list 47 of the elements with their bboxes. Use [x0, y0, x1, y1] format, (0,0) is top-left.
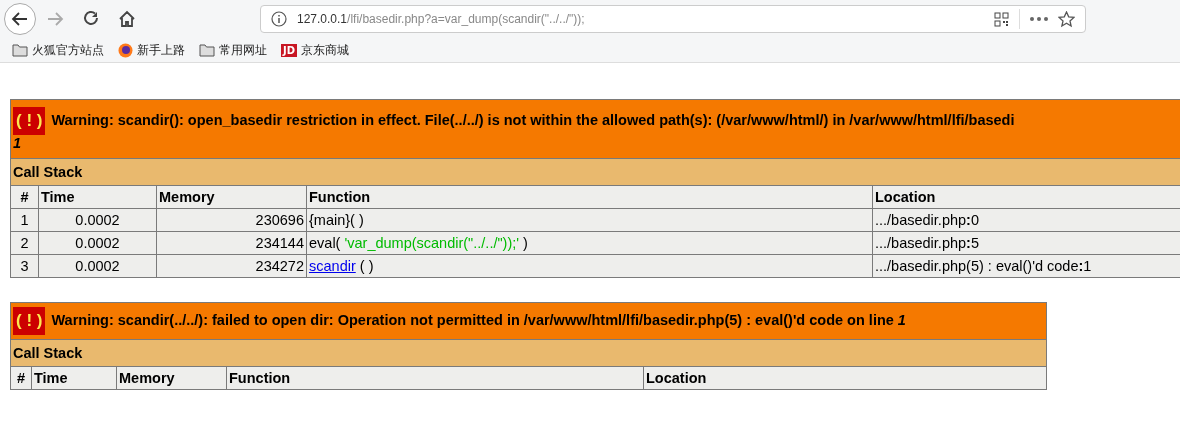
warning-message: ( ! ) Warning: scandir(../../): failed to open dir: Operation not permitted in /var/www/html/lfi/basedir.php(5) : eval()'d code on line 1	[10, 302, 1047, 340]
column-header: Function	[226, 366, 644, 390]
jd-badge: JD	[281, 43, 298, 57]
column-header: Memory	[116, 366, 227, 390]
table-cell: 230696	[156, 208, 307, 232]
table-cell: .../basedir.php:0	[872, 208, 1180, 232]
table-cell: scandir ( )	[306, 254, 873, 278]
globe-icon	[118, 42, 133, 58]
bookmark[interactable]: 火狐官方站点	[12, 41, 104, 59]
table-cell: 0.0002	[38, 254, 157, 278]
star-icon[interactable]	[1058, 10, 1075, 28]
folder-icon	[199, 43, 215, 57]
table-cell: 2	[10, 231, 39, 255]
table-cell: .../basedir.php:5	[872, 231, 1180, 255]
back-arrow-icon	[11, 10, 29, 28]
table-cell: {main}( )	[306, 208, 873, 232]
call-stack-heading: Call Stack	[10, 339, 1047, 367]
table-cell: 0.0002	[38, 231, 157, 255]
table-cell: 234144	[156, 231, 307, 255]
table-cell: 0.0002	[38, 208, 157, 232]
address-bar[interactable]: 127.0.0.1/lfi/basedir.php?a=var_dump(scandir("../../"));	[260, 5, 1086, 33]
folder-icon	[12, 43, 28, 57]
bookmark[interactable]: 新手上路	[118, 41, 185, 59]
info-icon[interactable]	[271, 11, 287, 27]
table-cell: 234272	[156, 254, 307, 278]
column-header: #	[10, 366, 32, 390]
column-header: Time	[38, 185, 157, 209]
bookmark[interactable]: JD 京东商城	[281, 41, 350, 59]
table-cell: eval( 'var_dump(scandir("../../"));' )	[306, 231, 873, 255]
more-icon[interactable]	[1030, 17, 1048, 21]
function-link[interactable]: scandir	[309, 258, 356, 274]
call-stack-heading: Call Stack	[10, 158, 1180, 186]
column-header: Memory	[156, 185, 307, 209]
table-cell: .../basedir.php(5) : eval()'d code:1	[872, 254, 1180, 278]
column-header: Location	[872, 185, 1180, 209]
table-cell: 1	[10, 208, 39, 232]
qr-code-icon[interactable]	[994, 11, 1009, 27]
column-header: #	[10, 185, 39, 209]
column-header: Function	[306, 185, 873, 209]
bookmark[interactable]: 常用网址	[199, 41, 267, 59]
warning-badge: ( ! )	[13, 107, 46, 135]
warning-badge: ( ! )	[13, 307, 46, 335]
url-text: 127.0.0.1/lfi/basedir.php?a=var_dump(scandir("../../"));	[297, 12, 585, 26]
back-button[interactable]	[4, 3, 36, 35]
column-header: Location	[643, 366, 1047, 390]
warning-message: ( ! ) Warning: scandir(): open_basedir restriction in effect. File(../../) is not within the allowed path(s): (/var/www/html/) in /var/www/html/lfi/basedi 1	[10, 99, 1180, 159]
table-cell: 3	[10, 254, 39, 278]
